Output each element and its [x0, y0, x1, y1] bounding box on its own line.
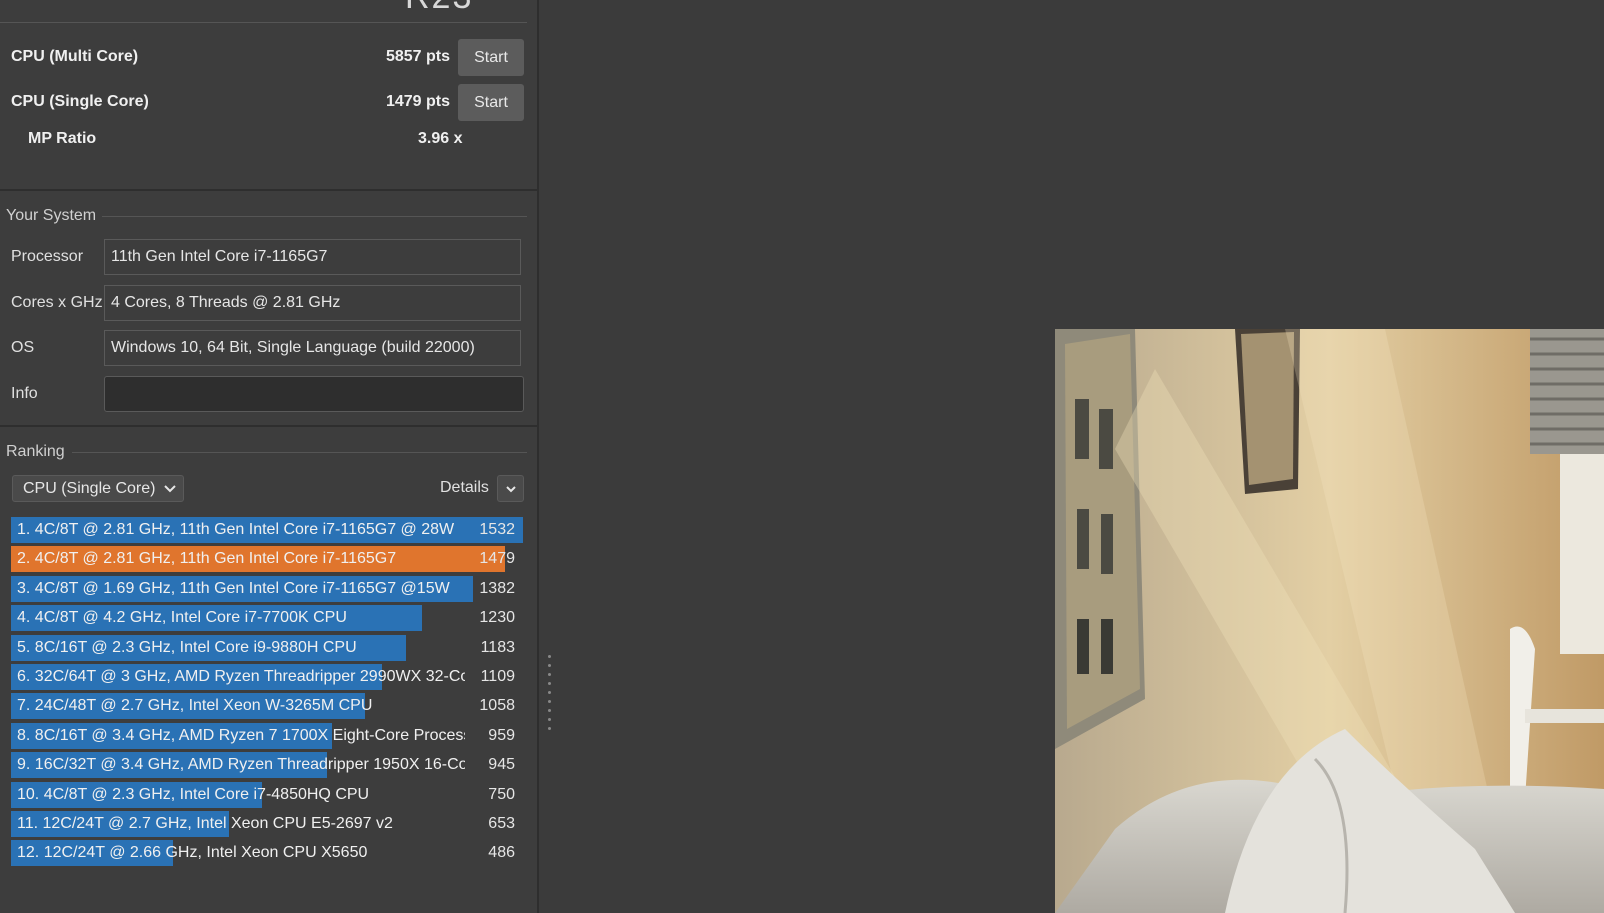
- ranking-row[interactable]: 6. 32C/64T @ 3 GHz, AMD Ryzen Threadripp…: [11, 664, 523, 690]
- ranking-entry-label: 2. 4C/8T @ 2.81 GHz, 11th Gen Intel Core…: [17, 550, 397, 568]
- left-panel: R23 CPU (Multi Core) 5857 pts Start CPU …: [0, 0, 539, 913]
- ranking-row[interactable]: 5. 8C/16T @ 2.3 GHz, Intel Core i9-9880H…: [11, 634, 523, 661]
- ranking-entry-score: 750: [488, 785, 515, 803]
- ranking-entry-score: 1479: [479, 550, 515, 568]
- your-system-title: Your System: [6, 207, 97, 224]
- ranking-entry-label: 11. 12C/24T @ 2.7 GHz, Intel Xeon CPU E5…: [17, 815, 393, 832]
- ranking-row[interactable]: 11. 12C/24T @ 2.7 GHz, Intel Xeon CPU E5…: [11, 811, 523, 837]
- cores-field[interactable]: [104, 285, 521, 321]
- ranking-entry-score: 945: [488, 756, 515, 774]
- section-rule: [72, 452, 527, 453]
- section-rule: [102, 216, 527, 217]
- multi-core-start-button[interactable]: Start: [458, 39, 524, 76]
- chevron-down-icon: [506, 486, 516, 493]
- panel-splitter-handle[interactable]: [548, 655, 552, 743]
- render-image: [1055, 329, 1604, 913]
- ranking-entry-score: 1532: [479, 521, 515, 538]
- ranking-row[interactable]: 9. 16C/32T @ 3.4 GHz, AMD Ryzen Threadri…: [11, 752, 523, 779]
- render-preview: [1055, 329, 1604, 913]
- single-core-start-button[interactable]: Start: [458, 84, 524, 121]
- ranking-row[interactable]: 2. 4C/8T @ 2.81 GHz, 11th Gen Intel Core…: [11, 546, 523, 573]
- ranking-entry-label: 10. 4C/8T @ 2.3 GHz, Intel Core i7-4850H…: [17, 785, 370, 803]
- multi-core-score: 5857 pts: [385, 48, 450, 65]
- single-core-label: CPU (Single Core): [11, 93, 149, 110]
- ranking-entry-label: 1. 4C/8T @ 2.81 GHz, 11th Gen Intel Core…: [17, 521, 455, 538]
- ranking-title: Ranking: [6, 443, 65, 460]
- ranking-row[interactable]: 8. 8C/16T @ 3.4 GHz, AMD Ryzen 7 1700X E…: [11, 722, 523, 749]
- ranking-type-dropdown[interactable]: CPU (Single Core): [12, 475, 184, 502]
- ranking-entry-label: 12. 12C/24T @ 2.66 GHz, Intel Xeon CPU X…: [17, 844, 368, 862]
- cores-row: Cores x GHz: [0, 285, 527, 323]
- mp-ratio-value: 3.96 x: [418, 130, 463, 147]
- details-toggle-button[interactable]: [497, 475, 524, 502]
- single-core-row: CPU (Single Core) 1479 pts Start: [0, 84, 527, 122]
- ranking-entry-label: 7. 24C/48T @ 2.7 GHz, Intel Xeon W-3265M…: [17, 697, 373, 715]
- ranking-entry-score: 653: [488, 815, 515, 832]
- os-row: OS: [0, 330, 527, 368]
- ranking-entry-label: 3. 4C/8T @ 1.69 GHz, 11th Gen Intel Core…: [17, 579, 450, 597]
- ranking-row[interactable]: 7. 24C/48T @ 2.7 GHz, Intel Xeon W-3265M…: [11, 693, 523, 720]
- section-divider: [0, 189, 537, 191]
- mp-ratio-label: MP Ratio: [28, 130, 97, 147]
- ranking-entry-score: 1058: [479, 697, 515, 715]
- ranking-entry-label: 5. 8C/16T @ 2.3 GHz, Intel Core i9-9880H…: [17, 638, 357, 656]
- app-logo-fragment: R23: [405, 0, 473, 17]
- ranking-entry-label: 8. 8C/16T @ 3.4 GHz, AMD Ryzen 7 1700X E…: [17, 726, 465, 744]
- ranking-entry-score: 1230: [479, 609, 515, 627]
- ranking-row[interactable]: 12. 12C/24T @ 2.66 GHz, Intel Xeon CPU X…: [11, 840, 523, 867]
- multi-core-label: CPU (Multi Core): [11, 48, 139, 65]
- chevron-down-icon: [164, 485, 176, 493]
- mp-ratio-row: MP Ratio 3.96 x: [0, 130, 527, 154]
- ranking-entry-score: 1183: [480, 638, 515, 656]
- info-row: Info: [0, 376, 527, 414]
- ranking-row[interactable]: 10. 4C/8T @ 2.3 GHz, Intel Core i7-4850H…: [11, 781, 523, 808]
- ranking-row[interactable]: 1. 4C/8T @ 2.81 GHz, 11th Gen Intel Core…: [11, 517, 523, 543]
- processor-field[interactable]: [104, 239, 521, 275]
- ranking-entry-score: 959: [488, 726, 515, 744]
- os-label: OS: [11, 339, 35, 356]
- cores-label: Cores x GHz: [11, 294, 103, 311]
- ranking-entry-score: 1109: [480, 668, 515, 685]
- ranking-entry-score: 1382: [479, 579, 515, 597]
- os-field[interactable]: [104, 330, 521, 366]
- details-label: Details: [440, 479, 489, 496]
- info-field[interactable]: [104, 376, 524, 412]
- ranking-entry-label: 4. 4C/8T @ 4.2 GHz, Intel Core i7-7700K …: [17, 609, 347, 627]
- divider: [0, 22, 527, 23]
- single-core-score: 1479 pts: [385, 93, 450, 110]
- section-divider: [0, 425, 537, 427]
- info-label: Info: [11, 385, 38, 402]
- ranking-row[interactable]: 4. 4C/8T @ 4.2 GHz, Intel Core i7-7700K …: [11, 605, 523, 632]
- multi-core-row: CPU (Multi Core) 5857 pts Start: [0, 39, 527, 77]
- ranking-entry-label: 9. 16C/32T @ 3.4 GHz, AMD Ryzen Threadri…: [17, 756, 465, 774]
- processor-row: Processor: [0, 239, 527, 277]
- ranking-entry-score: 486: [488, 844, 515, 862]
- ranking-row[interactable]: 3. 4C/8T @ 1.69 GHz, 11th Gen Intel Core…: [11, 575, 523, 602]
- ranking-entry-label: 6. 32C/64T @ 3 GHz, AMD Ryzen Threadripp…: [17, 668, 465, 685]
- ranking-type-value: CPU (Single Core): [23, 480, 156, 497]
- processor-label: Processor: [11, 248, 84, 265]
